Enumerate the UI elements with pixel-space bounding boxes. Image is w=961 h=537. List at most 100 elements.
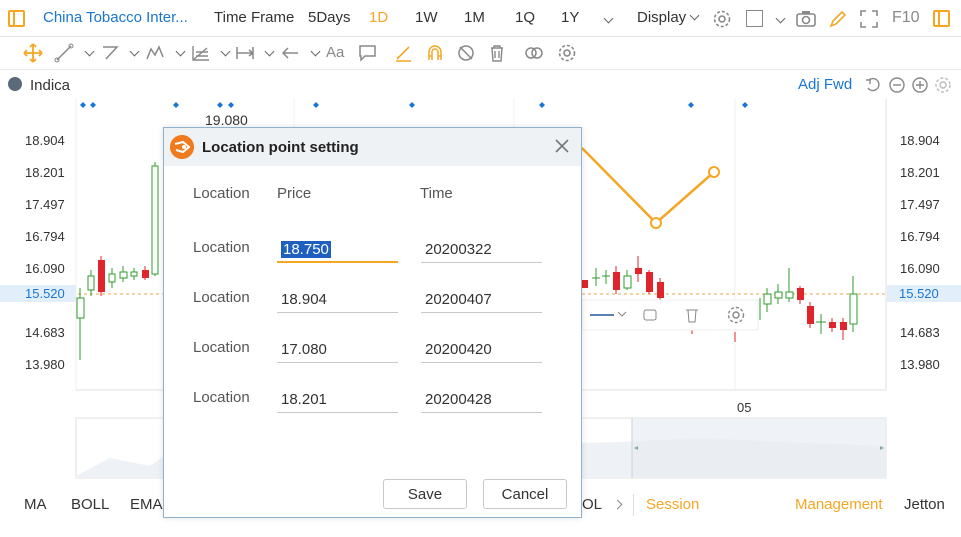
- top-toolbar: China Tobacco Inter... Time Frame 5Days …: [0, 0, 961, 37]
- arrow-left-icon[interactable]: [280, 43, 302, 63]
- y-tick: 17.497: [900, 197, 940, 212]
- gear-icon[interactable]: [934, 76, 952, 94]
- time-input-3[interactable]: [421, 337, 542, 363]
- undo-icon[interactable]: [864, 76, 882, 94]
- tab-vol[interactable]: OL: [582, 496, 602, 513]
- location-point-dialog: Location point setting Location Price Ti…: [163, 127, 582, 518]
- indicator-label: Indica: [30, 77, 71, 94]
- column-header-location: Location: [193, 185, 250, 202]
- y-tick: 16.794: [900, 229, 940, 244]
- price-value-1: 18.750: [281, 241, 331, 258]
- y-tick: 16.090: [25, 261, 65, 276]
- trash-icon[interactable]: [486, 43, 508, 63]
- price-input-2[interactable]: [277, 287, 398, 313]
- gear-icon[interactable]: [556, 43, 578, 63]
- time-input-1[interactable]: [421, 237, 542, 263]
- y-tick: 17.497: [25, 197, 65, 212]
- session-tab[interactable]: Session: [646, 496, 699, 513]
- candles-left: [76, 162, 159, 360]
- column-header-time: Time: [420, 185, 453, 202]
- y-tick: 18.904: [25, 133, 65, 148]
- tab-ema[interactable]: EMA: [130, 496, 163, 513]
- hide-icon[interactable]: [455, 43, 477, 63]
- y-tick: 18.201: [900, 165, 940, 180]
- app-window: China Tobacco Inter... Time Frame 5Days …: [0, 0, 961, 537]
- price-input-4[interactable]: [277, 387, 398, 413]
- chevron-down-icon[interactable]: [220, 46, 231, 57]
- indicator-row: Indica Adj Fwd: [0, 72, 961, 98]
- y-tick: 13.980: [25, 357, 65, 372]
- drawing-toolbar: Aa: [0, 37, 961, 70]
- tab-1w[interactable]: 1W: [415, 9, 438, 26]
- jetton-tab[interactable]: Jetton: [904, 496, 945, 513]
- time-frame-label: Time Frame: [214, 9, 295, 26]
- dialog-title: Location point setting: [202, 139, 359, 156]
- drawn-polyline[interactable]: [581, 147, 720, 229]
- time-input-2[interactable]: [421, 287, 542, 313]
- link-icon[interactable]: [523, 43, 545, 63]
- chevron-down-icon[interactable]: [603, 13, 614, 24]
- chevron-down-icon[interactable]: [129, 46, 140, 57]
- divider: [633, 494, 634, 516]
- highlighter-icon[interactable]: [393, 43, 415, 63]
- tab-1d[interactable]: 1D: [369, 9, 388, 26]
- measure-icon[interactable]: [235, 43, 257, 63]
- fullscreen-icon[interactable]: [859, 9, 879, 29]
- display-label: Display: [637, 9, 687, 26]
- chevron-down-icon[interactable]: [175, 46, 186, 57]
- pencil-icon[interactable]: [828, 9, 848, 29]
- zoom-out-icon[interactable]: [888, 76, 906, 94]
- price-input-1[interactable]: 18.750: [277, 237, 398, 263]
- save-button[interactable]: Save: [383, 479, 467, 509]
- app-logo-icon: [170, 135, 194, 159]
- chevron-down-icon[interactable]: [775, 13, 786, 24]
- collapse-icon[interactable]: [8, 77, 22, 91]
- polyline-icon[interactable]: [100, 43, 122, 63]
- close-icon[interactable]: [553, 137, 571, 155]
- sidebar-toggle-icon[interactable]: [8, 10, 25, 27]
- f10-button[interactable]: F10: [892, 9, 920, 27]
- current-price-left: 15.520: [0, 285, 76, 302]
- tab-1y[interactable]: 1Y: [561, 9, 579, 26]
- magnet-icon[interactable]: [424, 43, 446, 63]
- symbol-name[interactable]: China Tobacco Inter...: [43, 9, 188, 26]
- tab-1q[interactable]: 1Q: [515, 9, 535, 26]
- comment-icon[interactable]: [357, 43, 379, 63]
- column-header-price: Price: [277, 185, 312, 202]
- chevron-right-icon[interactable]: [612, 499, 623, 510]
- display-dropdown[interactable]: Display: [637, 9, 700, 26]
- fibonacci-icon[interactable]: [190, 43, 212, 63]
- y-tick: 16.090: [900, 261, 940, 276]
- y-tick: 13.980: [900, 357, 940, 372]
- tab-boll[interactable]: BOLL: [71, 496, 109, 513]
- trend-line-icon[interactable]: [54, 43, 76, 63]
- text-tool-icon[interactable]: Aa: [326, 44, 344, 61]
- camera-icon[interactable]: [795, 9, 817, 29]
- chevron-down-icon[interactable]: [310, 46, 321, 57]
- line-style-toolbar[interactable]: [581, 299, 759, 331]
- chevron-down-icon[interactable]: [264, 46, 275, 57]
- event-markers[interactable]: [80, 102, 748, 108]
- gear-icon[interactable]: [712, 9, 732, 29]
- zoom-in-icon[interactable]: [911, 76, 929, 94]
- checkbox-icon[interactable]: [746, 10, 763, 27]
- management-tab[interactable]: Management: [795, 496, 883, 513]
- row-label: Location: [193, 339, 250, 356]
- move-cross-icon[interactable]: [22, 43, 44, 63]
- chevron-down-icon: [689, 10, 700, 21]
- current-price-right: 15.520: [887, 285, 961, 302]
- time-input-4[interactable]: [421, 387, 542, 413]
- row-label: Location: [193, 389, 250, 406]
- panel-toggle-icon[interactable]: [933, 10, 950, 27]
- row-label: Location: [193, 239, 250, 256]
- wave-pattern-icon[interactable]: [145, 43, 167, 63]
- tab-1m[interactable]: 1M: [464, 9, 485, 26]
- cancel-button[interactable]: Cancel: [483, 479, 567, 509]
- y-tick: 18.201: [25, 165, 65, 180]
- dialog-header[interactable]: Location point setting: [164, 128, 581, 166]
- tab-5days[interactable]: 5Days: [308, 9, 351, 26]
- tab-ma[interactable]: MA: [24, 496, 47, 513]
- chevron-down-icon[interactable]: [84, 46, 95, 57]
- price-input-3[interactable]: [277, 337, 398, 363]
- adj-fwd-button[interactable]: Adj Fwd: [798, 76, 852, 93]
